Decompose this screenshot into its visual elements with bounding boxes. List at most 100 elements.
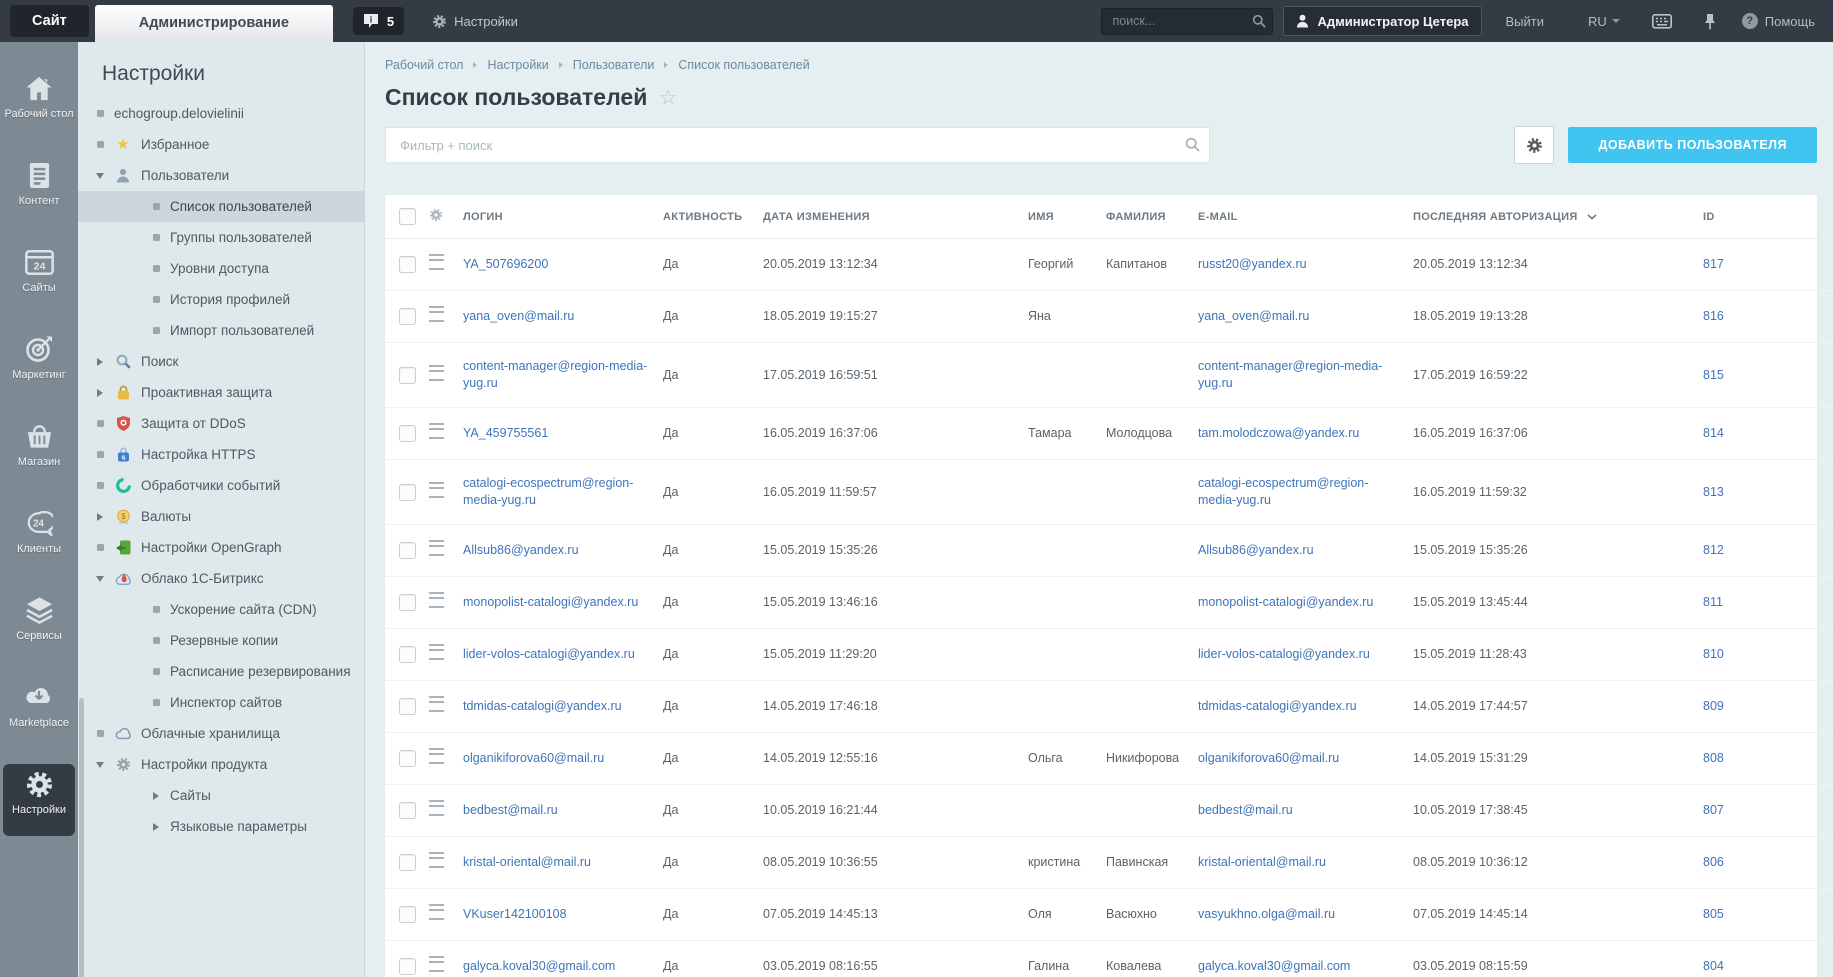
id-link[interactable]: 804	[1703, 959, 1724, 973]
breadcrumb-item-settings[interactable]: Настройки	[487, 58, 548, 72]
rail-item-контент[interactable]: Контент	[3, 155, 75, 227]
sidebar-item-настройки-продукта[interactable]: Настройки продукта	[78, 749, 364, 780]
breadcrumb-item-desktop[interactable]: Рабочий стол	[385, 58, 463, 72]
sidebar-item-импорт-пользователей[interactable]: Импорт пользователей	[78, 315, 364, 346]
login-link[interactable]: VKuser142100108	[463, 907, 567, 921]
expand-arrow-right-icon[interactable]	[97, 512, 103, 521]
column-header-last-auth[interactable]: ПОСЛЕДНЯЯ АВТОРИЗАЦИЯ	[1413, 195, 1703, 239]
id-link[interactable]: 814	[1703, 426, 1724, 440]
logout-link[interactable]: Выйти	[1506, 14, 1545, 29]
sidebar-item-языковые-параметры[interactable]: Языковые параметры	[78, 811, 364, 842]
row-actions-menu-icon[interactable]	[429, 364, 444, 381]
expand-arrow-down-icon[interactable]	[96, 761, 104, 768]
rail-item-marketplace[interactable]: Marketplace	[3, 677, 75, 749]
login-link[interactable]: catalogi-ecospectrum@region-media-yug.ru	[463, 476, 633, 507]
email-link[interactable]: Allsub86@yandex.ru	[1198, 543, 1314, 557]
sidebar-item-резервные-копии[interactable]: Резервные копии	[78, 625, 364, 656]
login-link[interactable]: YA_459755561	[463, 426, 548, 440]
rail-item-магазин[interactable]: Магазин	[3, 416, 75, 488]
row-actions-menu-icon[interactable]	[429, 592, 444, 608]
columns-settings-gear-icon[interactable]	[429, 208, 443, 222]
row-checkbox[interactable]	[399, 594, 416, 611]
id-link[interactable]: 806	[1703, 855, 1724, 869]
sidebar-item-расписание-резервирования[interactable]: Расписание резервирования	[78, 656, 364, 687]
expand-arrow-right-icon[interactable]	[97, 357, 103, 366]
row-checkbox[interactable]	[399, 958, 416, 975]
search-icon[interactable]	[1252, 14, 1267, 28]
email-link[interactable]: content-manager@region-media-yug.ru	[1198, 359, 1382, 390]
rail-item-сервисы[interactable]: Сервисы	[3, 590, 75, 662]
sidebar-item-история-профилей[interactable]: История профилей	[78, 284, 364, 315]
breadcrumb-item-users[interactable]: Пользователи	[573, 58, 655, 72]
expand-arrow-right-icon[interactable]	[153, 822, 159, 831]
row-checkbox[interactable]	[399, 698, 416, 715]
login-link[interactable]: Allsub86@yandex.ru	[463, 543, 579, 557]
rail-item-маркетинг[interactable]: Маркетинг	[3, 329, 75, 401]
email-link[interactable]: monopolist-catalogi@yandex.ru	[1198, 595, 1373, 609]
column-header-email[interactable]: E-MAIL	[1198, 195, 1413, 239]
login-link[interactable]: galyca.koval30@gmail.com	[463, 959, 615, 973]
row-checkbox[interactable]	[399, 906, 416, 923]
login-link[interactable]: lider-volos-catalogi@yandex.ru	[463, 647, 635, 661]
email-link[interactable]: russt20@yandex.ru	[1198, 257, 1307, 271]
sidebar-item-облачные-хранилища[interactable]: Облачные хранилища	[78, 718, 364, 749]
rail-item-клиенты[interactable]: 24 Клиенты	[3, 503, 75, 575]
email-link[interactable]: lider-volos-catalogi@yandex.ru	[1198, 647, 1370, 661]
sidebar-item-валюты[interactable]: $ Валюты	[78, 501, 364, 532]
sidebar-item-облако-1с-битрикс[interactable]: Облако 1С-Битрикс	[78, 563, 364, 594]
email-link[interactable]: vasyukhno.olga@mail.ru	[1198, 907, 1335, 921]
expand-arrow-right-icon[interactable]	[153, 791, 159, 800]
notification-button[interactable]: i 5	[352, 7, 405, 35]
row-checkbox[interactable]	[399, 542, 416, 559]
sidebar-item-обработчики-событий[interactable]: Обработчики событий	[78, 470, 364, 501]
sidebar-item-сайты[interactable]: Сайты	[78, 780, 364, 811]
row-actions-menu-icon[interactable]	[429, 254, 444, 270]
search-input[interactable]	[1101, 7, 1274, 35]
email-link[interactable]: olganikiforova60@mail.ru	[1198, 751, 1339, 765]
id-link[interactable]: 817	[1703, 257, 1724, 271]
sidebar-item-echogroup-delovielinii[interactable]: echogroup.delovielinii	[78, 98, 364, 129]
filter-search-icon[interactable]	[1185, 137, 1200, 152]
login-link[interactable]: content-manager@region-media-yug.ru	[463, 359, 647, 390]
admin-tab[interactable]: Администрирование	[94, 5, 333, 42]
favorite-star-icon[interactable]: ☆	[659, 85, 677, 110]
row-actions-menu-icon[interactable]	[429, 800, 444, 816]
row-checkbox[interactable]	[399, 425, 416, 442]
login-link[interactable]: YA_507696200	[463, 257, 548, 271]
sidebar-item-поиск[interactable]: Поиск	[78, 346, 364, 377]
login-link[interactable]: bedbest@mail.ru	[463, 803, 558, 817]
language-selector[interactable]: RU	[1588, 14, 1620, 29]
sidebar-item-настройки-opengraph[interactable]: Настройки OpenGraph	[78, 532, 364, 563]
rail-item-сайты[interactable]: 24 Сайты	[3, 242, 75, 314]
login-link[interactable]: tdmidas-catalogi@yandex.ru	[463, 699, 622, 713]
column-header-login[interactable]: ЛОГИН	[463, 195, 663, 239]
topbar-settings-button[interactable]: Настройки	[432, 14, 518, 29]
sidebar-item-пользователи[interactable]: Пользователи	[78, 160, 364, 191]
email-link[interactable]: catalogi-ecospectrum@region-media-yug.ru	[1198, 476, 1368, 507]
row-checkbox[interactable]	[399, 256, 416, 273]
id-link[interactable]: 815	[1703, 368, 1724, 382]
id-link[interactable]: 808	[1703, 751, 1724, 765]
column-header-id[interactable]: ID	[1703, 195, 1833, 239]
email-link[interactable]: tam.molodczowa@yandex.ru	[1198, 426, 1359, 440]
site-tab[interactable]: Сайт	[10, 5, 89, 37]
row-actions-menu-icon[interactable]	[429, 852, 444, 868]
breadcrumb-item-user-list[interactable]: Список пользователей	[678, 58, 809, 72]
row-checkbox[interactable]	[399, 308, 416, 325]
email-link[interactable]: yana_oven@mail.ru	[1198, 309, 1309, 323]
id-link[interactable]: 810	[1703, 647, 1724, 661]
id-link[interactable]: 807	[1703, 803, 1724, 817]
row-actions-menu-icon[interactable]	[429, 644, 444, 660]
row-checkbox[interactable]	[399, 646, 416, 663]
id-link[interactable]: 811	[1703, 595, 1723, 609]
login-link[interactable]: olganikiforova60@mail.ru	[463, 751, 604, 765]
help-button[interactable]: ? Помощь	[1741, 13, 1815, 29]
row-checkbox[interactable]	[399, 854, 416, 871]
row-checkbox[interactable]	[399, 750, 416, 767]
login-link[interactable]: yana_oven@mail.ru	[463, 309, 574, 323]
filter-search-input[interactable]	[385, 127, 1210, 163]
column-header-last-name[interactable]: ФАМИЛИЯ	[1106, 195, 1198, 239]
row-actions-menu-icon[interactable]	[429, 904, 444, 920]
email-link[interactable]: kristal-oriental@mail.ru	[1198, 855, 1326, 869]
row-actions-menu-icon[interactable]	[429, 540, 444, 556]
